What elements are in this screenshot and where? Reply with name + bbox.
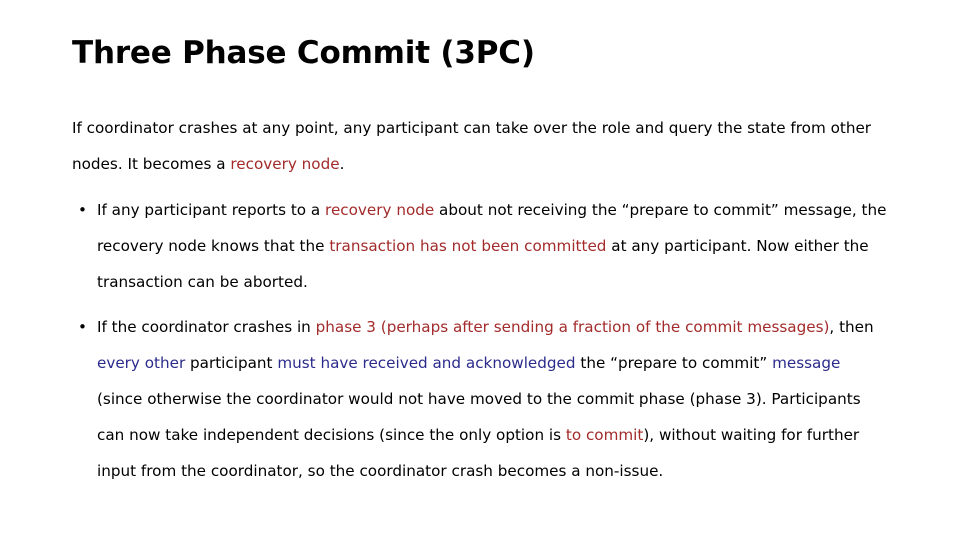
text-run-blue: message — [772, 354, 841, 372]
list-item-text: If any participant reports to a recovery… — [97, 201, 886, 291]
bullet-list: • If any participant reports to a recove… — [72, 192, 890, 489]
text-run-blue: every other — [97, 354, 186, 372]
text-run-black: , then — [829, 318, 874, 336]
text-run-black: . — [339, 155, 345, 173]
text-run-red: recovery node — [325, 201, 435, 219]
text-run-black: the “prepare to commit” — [575, 354, 773, 372]
list-item: • If any participant reports to a recove… — [72, 192, 890, 300]
page-title: Three Phase Commit (3PC) — [72, 35, 535, 71]
text-run-red: transaction has not been committed — [329, 237, 607, 255]
text-run-black: If coordinator crashes at any point, any… — [72, 119, 872, 173]
text-run-black: participant — [185, 354, 278, 372]
list-item-text: If the coordinator crashes in phase 3 (p… — [97, 318, 874, 480]
slide-canvas: Three Phase Commit (3PC) If coordinator … — [0, 0, 960, 540]
intro-paragraph: If coordinator crashes at any point, any… — [72, 110, 890, 182]
text-run-red: to commit — [565, 426, 644, 444]
list-item: • If the coordinator crashes in phase 3 … — [72, 309, 890, 489]
bullet-marker-icon: • — [78, 318, 87, 336]
text-run-black: If the coordinator crashes in — [97, 318, 316, 336]
text-run-red: phase 3 (perhaps after sending a fractio… — [315, 318, 830, 336]
text-run-blue: must have received and acknowledged — [277, 354, 576, 372]
text-run-red: recovery node — [230, 155, 340, 173]
text-run-black: If any participant reports to a — [97, 201, 326, 219]
slide-body: If coordinator crashes at any point, any… — [72, 110, 890, 498]
bullet-marker-icon: • — [78, 201, 87, 219]
